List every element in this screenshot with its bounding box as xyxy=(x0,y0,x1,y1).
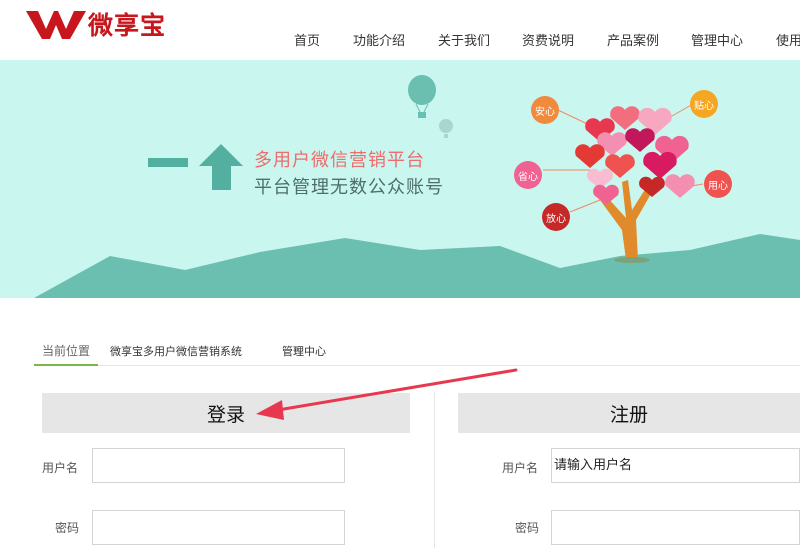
nav-pricing[interactable]: 资费说明 xyxy=(522,30,574,49)
breadcrumb-current-label: 当前位置 xyxy=(34,334,99,366)
small-balloon-icon xyxy=(439,119,453,138)
register-username-label: 用户名 xyxy=(502,461,539,475)
bubble-anxin: 安心 xyxy=(531,96,559,124)
breadcrumb-page: 管理中心 xyxy=(282,345,326,358)
heart-tree xyxy=(543,103,704,263)
login-title: 登录 xyxy=(42,393,410,433)
bubble-fangxin: 放心 xyxy=(542,203,570,231)
nav-usage[interactable]: 使用 xyxy=(776,30,800,49)
banner-tagline-secondary: 平台管理无数公众账号 xyxy=(254,177,444,198)
register-password-label: 密码 xyxy=(515,521,540,535)
panel-divider xyxy=(434,392,435,548)
login-username-label: 用户名 xyxy=(42,461,79,475)
login-password-label: 密码 xyxy=(55,521,80,535)
bubble-tiexin: 贴心 xyxy=(690,90,718,118)
breadcrumb: 当前位置 微享宝多用户微信营销系统 » 管理中心 xyxy=(34,334,800,366)
site-header: 微享宝 首页 功能介绍 关于我们 资费说明 产品案例 管理中心 使用 xyxy=(0,0,800,60)
nav-cases[interactable]: 产品案例 xyxy=(607,30,659,49)
bubble-yongxin: 用心 xyxy=(704,170,732,198)
register-title: 注册 xyxy=(458,393,800,433)
main-nav: 首页 功能介绍 关于我们 资费说明 产品案例 管理中心 使用 xyxy=(0,30,800,50)
register-username-input[interactable] xyxy=(551,448,800,483)
hero-banner: 多用户微信营销平台 平台管理无数公众账号 安心 贴心 省心 用心 放心 xyxy=(0,60,800,298)
breadcrumb-site-link[interactable]: 微享宝多用户微信营销系统 xyxy=(110,343,242,359)
mountain-shape xyxy=(34,234,800,298)
nav-home[interactable]: 首页 xyxy=(294,30,320,49)
hot-air-balloon-icon xyxy=(408,75,436,118)
nav-features[interactable]: 功能介绍 xyxy=(353,30,405,49)
login-username-input[interactable] xyxy=(92,448,345,483)
login-password-input[interactable] xyxy=(92,510,345,545)
nav-about[interactable]: 关于我们 xyxy=(438,30,490,49)
hearts-cluster xyxy=(575,106,695,205)
banner-tagline-primary: 多用户微信营销平台 xyxy=(254,150,425,171)
dash-mark xyxy=(148,158,188,167)
nav-admin[interactable]: 管理中心 xyxy=(691,30,743,49)
up-arrow-icon xyxy=(199,144,243,190)
bubble-shengxin: 省心 xyxy=(514,161,542,189)
register-password-input[interactable] xyxy=(551,510,800,545)
